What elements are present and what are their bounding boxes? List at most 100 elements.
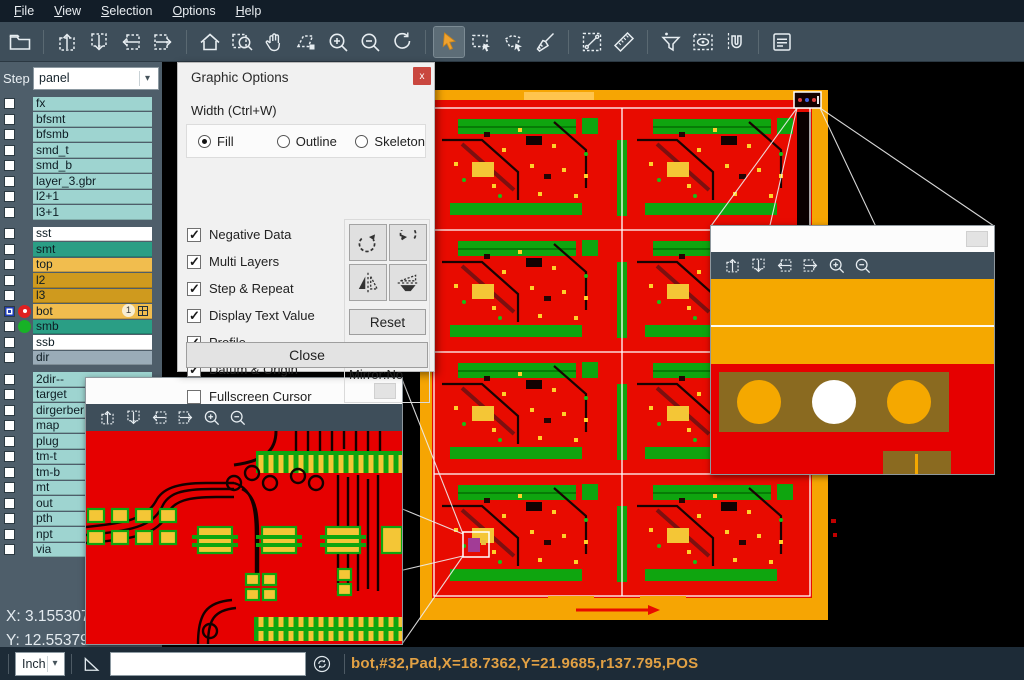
layer-row-smt[interactable]: smt	[0, 242, 162, 258]
menu-help[interactable]: Help	[226, 2, 272, 20]
checkbox-fullscreen-cursor[interactable]: Fullscreen Cursor	[187, 383, 347, 410]
clear-brush-button[interactable]	[530, 27, 560, 57]
layer-checkbox[interactable]	[4, 352, 15, 363]
checkbox-negative-data[interactable]: Negative Data	[187, 221, 347, 248]
layer-row-ssb[interactable]: ssb	[0, 335, 162, 351]
radio-dot[interactable]	[355, 135, 368, 148]
snap-angle-icon[interactable]	[82, 654, 102, 674]
mirror-horizontal-button[interactable]	[389, 264, 427, 301]
layer-checkbox[interactable]	[4, 529, 15, 540]
refresh-icon[interactable]	[312, 654, 332, 674]
command-input[interactable]	[110, 652, 306, 676]
layer-row-fx[interactable]: fx	[0, 96, 162, 112]
layer-row-l3+1[interactable]: l3+1	[0, 205, 162, 221]
layer-name[interactable]: top	[33, 258, 152, 273]
layer-name[interactable]: fx	[33, 97, 152, 112]
rotate-ccw-button[interactable]	[389, 224, 427, 261]
layer-name[interactable]: l3	[33, 289, 152, 304]
layer-checkbox[interactable]	[4, 129, 15, 140]
menu-options[interactable]: Options	[162, 2, 225, 20]
layer-checkbox[interactable]	[4, 290, 15, 301]
zoom-window-button[interactable]	[227, 27, 257, 57]
view-options-button[interactable]	[688, 27, 718, 57]
layer-checkbox[interactable]	[4, 436, 15, 447]
layer-name[interactable]: bfsmb	[33, 128, 152, 143]
ruler-button[interactable]	[609, 27, 639, 57]
filter-button[interactable]	[656, 27, 686, 57]
layer-row-top[interactable]: top	[0, 257, 162, 273]
layer-name[interactable]: l2	[33, 273, 152, 288]
pan-up-button[interactable]	[719, 255, 745, 277]
checkbox-box[interactable]	[187, 282, 201, 296]
pan-down-button[interactable]	[745, 255, 771, 277]
layer-checkbox[interactable]	[4, 98, 15, 109]
pan-right-button[interactable]	[797, 255, 823, 277]
layer-checkbox[interactable]	[4, 482, 15, 493]
layer-name[interactable]: smd_t	[33, 143, 152, 158]
layer-checkbox[interactable]	[4, 321, 15, 332]
radio-dot[interactable]	[198, 135, 211, 148]
layer-name[interactable]: smd_b	[33, 159, 152, 174]
checkbox-box[interactable]	[187, 390, 201, 404]
layer-checkbox[interactable]	[4, 228, 15, 239]
reset-button[interactable]: Reset	[349, 309, 426, 335]
layer-name[interactable]: smb	[33, 320, 152, 335]
zoom-view-content[interactable]	[711, 279, 994, 474]
radio-fill[interactable]: Fill	[198, 134, 266, 149]
layer-name[interactable]: l2+1	[33, 190, 152, 205]
layer-checkbox[interactable]	[4, 544, 15, 555]
zoom-previous-button[interactable]	[387, 27, 417, 57]
layer-name[interactable]: bot1	[33, 304, 152, 319]
pan-right-button[interactable]	[148, 27, 178, 57]
layer-checkbox[interactable]	[4, 259, 15, 270]
radio-dot[interactable]	[277, 135, 290, 148]
pan-down-button[interactable]	[84, 27, 114, 57]
grid-icon[interactable]	[138, 306, 148, 316]
snap-magnet-button[interactable]	[720, 27, 750, 57]
select-poly-button[interactable]	[498, 27, 528, 57]
menu-file[interactable]: File	[4, 2, 44, 20]
layer-row-layer_3.gbr[interactable]: layer_3.gbr	[0, 174, 162, 190]
menu-selection[interactable]: Selection	[91, 2, 162, 20]
layer-checkbox[interactable]	[4, 420, 15, 431]
layer-checkbox[interactable]	[4, 467, 15, 478]
layers-panel-button[interactable]	[767, 27, 797, 57]
checkbox-display-text-value[interactable]: Display Text Value	[187, 302, 347, 329]
dialog-close-button[interactable]: Close	[186, 342, 428, 368]
checkbox-box[interactable]	[187, 228, 201, 242]
pan-up-button[interactable]	[94, 407, 120, 429]
layer-name[interactable]: layer_3.gbr	[33, 174, 152, 189]
layer-checkbox[interactable]	[4, 513, 15, 524]
layer-checkbox[interactable]	[4, 498, 15, 509]
zoom-view-content[interactable]	[86, 431, 402, 644]
layer-checkbox[interactable]	[4, 337, 15, 348]
checkbox-multi-layers[interactable]: Multi Layers	[187, 248, 347, 275]
layer-row-l3[interactable]: l3	[0, 288, 162, 304]
layer-row-bfsmb[interactable]: bfsmb	[0, 127, 162, 143]
zoom-popup-bottom-left[interactable]	[85, 377, 403, 645]
pan-left-button[interactable]	[771, 255, 797, 277]
radio-outline[interactable]: Outline	[277, 134, 345, 149]
layer-checkbox[interactable]	[4, 191, 15, 202]
layer-name[interactable]: dir	[33, 351, 152, 366]
layer-checkbox[interactable]	[4, 207, 15, 218]
layer-row-bot[interactable]: bot1	[0, 304, 162, 320]
layer-row-smd_b[interactable]: smd_b	[0, 158, 162, 174]
zoom-poly-button[interactable]	[291, 27, 321, 57]
layer-row-smb[interactable]: smb	[0, 319, 162, 335]
pan-left-button[interactable]	[146, 407, 172, 429]
zoom-in-button[interactable]	[823, 255, 849, 277]
layer-checkbox[interactable]	[4, 374, 15, 385]
layer-name[interactable]: sst	[33, 227, 152, 242]
layer-name[interactable]: smt	[33, 242, 152, 257]
zoom-home-button[interactable]	[195, 27, 225, 57]
layer-row-smd_t[interactable]: smd_t	[0, 143, 162, 159]
layer-checkbox[interactable]	[4, 114, 15, 125]
layer-checkbox[interactable]	[4, 306, 15, 317]
select-rect-button[interactable]	[466, 27, 496, 57]
layer-checkbox[interactable]	[4, 405, 15, 416]
zoom-out-button[interactable]	[355, 27, 385, 57]
pan-left-button[interactable]	[116, 27, 146, 57]
layer-checkbox[interactable]	[4, 451, 15, 462]
layer-row-dir[interactable]: dir	[0, 350, 162, 366]
